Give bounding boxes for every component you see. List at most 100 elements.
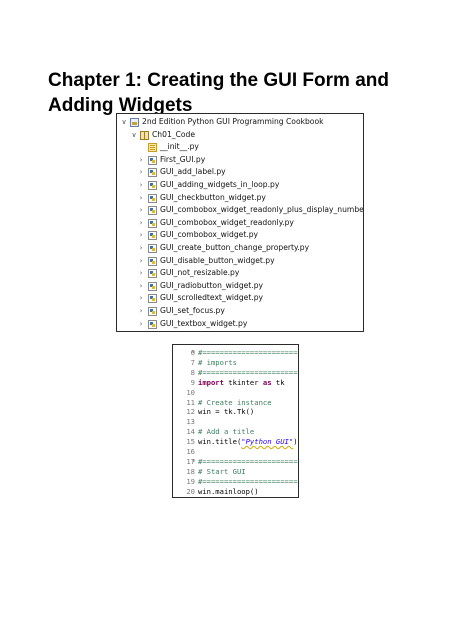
code-text: import tkinter as tk bbox=[198, 378, 285, 387]
code-line: 9 import tkinter as tk bbox=[173, 378, 298, 387]
file-name: GUI_radiobutton_widget.py bbox=[160, 280, 264, 290]
line-number: 10 bbox=[186, 387, 195, 397]
file-name: GUI_disable_button_widget.py bbox=[160, 255, 275, 265]
python-file-icon bbox=[148, 294, 157, 304]
code-token: win.mainloop() bbox=[198, 486, 259, 496]
code-text: # Add a title bbox=[198, 427, 254, 436]
file-name: GUI_not_resizable.py bbox=[160, 268, 240, 278]
code-token: win.title( bbox=[198, 437, 242, 447]
python-file-icon bbox=[148, 307, 157, 316]
python-file-icon bbox=[148, 319, 157, 329]
line-number: 12 bbox=[186, 407, 195, 417]
fold-toggle-icon[interactable]: ⊖ bbox=[192, 348, 197, 357]
file-name: GUI_combobox_widget_readonly.py bbox=[160, 217, 294, 227]
code-token: win = tk.Tk() bbox=[198, 407, 255, 417]
code-text: # Create instance bbox=[198, 398, 272, 407]
code-line: 18 # Start GUI bbox=[173, 467, 298, 476]
code-token: # Start GUI bbox=[198, 466, 246, 476]
project-icon bbox=[130, 118, 139, 127]
code-line: 6 ⊖ #====================== bbox=[173, 348, 298, 357]
code-text: #====================== bbox=[198, 457, 298, 466]
code-token: ) bbox=[293, 437, 298, 447]
file-name: GUI_checkbutton_widget.py bbox=[160, 192, 266, 202]
line-number: 13 bbox=[186, 417, 195, 427]
code-line: 20 win.mainloop() bbox=[173, 487, 298, 496]
chevron-right-icon[interactable]: › bbox=[137, 166, 145, 179]
chevron-right-icon[interactable]: › bbox=[137, 192, 145, 205]
code-token: import bbox=[198, 377, 224, 387]
code-token: # Add a title bbox=[198, 427, 255, 437]
code-token: #====================== bbox=[198, 456, 298, 466]
code-token: #====================== bbox=[198, 348, 298, 357]
code-line: 10 bbox=[173, 388, 298, 397]
code-line: 8 #====================== bbox=[173, 368, 298, 377]
chevron-right-icon[interactable]: › bbox=[137, 242, 145, 255]
code-editor[interactable]: 6 ⊖ #====================== 7 # imports 8 #===… bbox=[172, 344, 299, 498]
line-number: 15 bbox=[186, 437, 195, 447]
package-icon bbox=[140, 130, 149, 140]
project-explorer: ∨ 2nd Edition Python GUI Programming Coo… bbox=[116, 113, 364, 332]
code-text: #====================== bbox=[198, 368, 298, 377]
code-token: # imports bbox=[198, 357, 237, 367]
python-file-icon bbox=[148, 206, 157, 216]
file-name: GUI_scrolledtext_widget.py bbox=[160, 293, 264, 303]
chevron-right-icon[interactable]: › bbox=[137, 255, 145, 268]
chevron-right-icon[interactable]: › bbox=[137, 217, 145, 230]
file-name: __init__.py bbox=[160, 142, 199, 152]
code-text: #====================== bbox=[198, 477, 298, 486]
line-number: 8 bbox=[190, 367, 195, 377]
python-file-icon bbox=[148, 244, 157, 253]
code-line: 16 bbox=[173, 447, 298, 456]
code-token: "Python GUI" bbox=[241, 437, 294, 447]
code-line: 19 #====================== bbox=[173, 477, 298, 486]
chevron-right-icon[interactable]: › bbox=[137, 154, 145, 167]
python-file-icon bbox=[148, 181, 157, 190]
file-name: GUI_textbox_widget.py bbox=[160, 318, 248, 328]
python-file-icon bbox=[148, 231, 157, 241]
line-number: 14 bbox=[186, 427, 195, 437]
line-number: 7 bbox=[190, 357, 195, 367]
code-text: win.mainloop() bbox=[198, 487, 259, 496]
line-number: 19 bbox=[186, 476, 195, 486]
python-file-icon bbox=[148, 168, 157, 178]
code-line: 12 win = tk.Tk() bbox=[173, 407, 298, 416]
project-name: 2nd Edition Python GUI Programming Cookb… bbox=[142, 117, 324, 126]
chevron-right-icon[interactable]: › bbox=[137, 267, 145, 280]
file-name: GUI_add_label.py bbox=[160, 167, 226, 177]
code-line: 7 # imports bbox=[173, 358, 298, 367]
code-line: 14 # Add a title bbox=[173, 427, 298, 436]
code-text: # Start GUI bbox=[198, 467, 246, 476]
code-text: win.title("Python GUI") bbox=[198, 437, 298, 446]
file-name: First_GUI.py bbox=[160, 154, 206, 164]
chevron-right-icon[interactable]: › bbox=[137, 292, 145, 305]
code-text: win = tk.Tk() bbox=[198, 407, 254, 416]
chevron-right-icon[interactable]: › bbox=[137, 280, 145, 293]
python-file-icon bbox=[148, 155, 157, 165]
code-token: tk bbox=[271, 377, 285, 387]
chevron-right-icon[interactable]: › bbox=[137, 305, 145, 318]
code-token: #====================== bbox=[198, 476, 298, 486]
chapter-title: Chapter 1: Creating the GUI Form and Add… bbox=[48, 68, 448, 118]
python-file-icon bbox=[148, 193, 157, 203]
code-token: tkinter bbox=[223, 377, 263, 387]
chevron-down-icon[interactable]: ∨ bbox=[130, 129, 138, 142]
code-line: 11 # Create instance bbox=[173, 398, 298, 407]
chevron-right-icon[interactable]: › bbox=[137, 204, 145, 217]
python-file-icon bbox=[148, 281, 157, 291]
chevron-right-icon[interactable]: › bbox=[137, 229, 145, 242]
line-number: 16 bbox=[186, 447, 195, 456]
chapter-title-line1: Chapter 1: Creating the GUI Form and bbox=[48, 70, 389, 91]
file-name: GUI_combobox_widget_readonly_plus_displa… bbox=[160, 205, 364, 215]
file-name: GUI_set_focus.py bbox=[160, 306, 225, 315]
folder-name: Ch01_Code bbox=[152, 129, 196, 139]
python-file-icon bbox=[148, 218, 157, 228]
line-number: 20 bbox=[186, 486, 195, 496]
chevron-down-icon[interactable]: ∨ bbox=[120, 116, 128, 129]
chevron-right-icon[interactable]: › bbox=[137, 318, 145, 331]
init-file-icon bbox=[148, 143, 157, 153]
code-text: # imports bbox=[198, 358, 237, 367]
chevron-right-icon[interactable]: › bbox=[137, 179, 145, 192]
code-line: 15 win.title("Python GUI") bbox=[173, 437, 298, 446]
fold-toggle-icon[interactable]: ⊖ bbox=[192, 457, 197, 466]
code-line: 13 bbox=[173, 417, 298, 426]
